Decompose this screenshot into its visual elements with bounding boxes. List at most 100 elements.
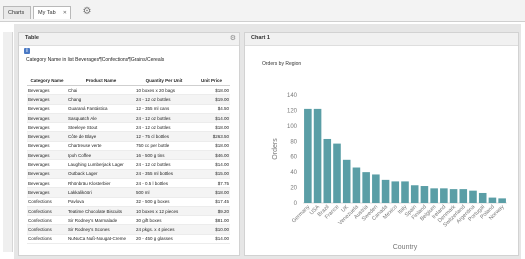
- table-row[interactable]: Beverages Chang 24 - 12 oz bottles $19.00: [27, 94, 230, 105]
- table-row[interactable]: Beverages Sasquatch Ale 24 - 12 oz bottles…: [27, 113, 230, 124]
- cell-product: Laughing Lumberjack Lager: [67, 159, 135, 170]
- table-row[interactable]: Confections Sir Rodney's Scones 24 pkgs. x…: [27, 224, 230, 235]
- bar: [333, 143, 341, 203]
- table-row[interactable]: Confections Teatime Chocolate Biscuits 10 …: [27, 206, 230, 217]
- tab-my-tab[interactable]: My Tab ✕: [33, 6, 71, 19]
- cell-quantity: 750 cc per bottle: [135, 141, 193, 152]
- column-header-price[interactable]: Unit Price: [193, 78, 230, 86]
- cell-product: Pavlova: [67, 197, 135, 207]
- cell-category: Beverages: [27, 113, 67, 124]
- cell-price: $14.00: [193, 159, 230, 170]
- cell-product: Chai: [67, 85, 135, 96]
- cell-category: Confections: [27, 234, 67, 245]
- cell-price: $18.00: [193, 122, 230, 133]
- cell-price: $18.00: [193, 85, 230, 96]
- y-tick-label: 20: [290, 186, 297, 192]
- cell-price: $14.00: [193, 113, 230, 124]
- bar: [323, 138, 332, 203]
- cell-quantity: 16 - 500 g tins: [135, 150, 193, 161]
- tab-charts[interactable]: Charts: [3, 6, 31, 19]
- cell-price: $46.00: [193, 150, 230, 161]
- table-row[interactable]: Beverages Lakkalikööri 500 ml $18.00: [27, 187, 230, 198]
- bar: [488, 197, 497, 203]
- x-tick-label: Germany: [291, 204, 311, 224]
- data-table: Category Name Product Name Quantity Per …: [27, 78, 230, 245]
- cell-category: Beverages: [27, 85, 67, 96]
- table-row[interactable]: Beverages Côte de Blaye 12 - 75 cl bottles…: [27, 131, 230, 142]
- cell-price: $81.00: [193, 215, 230, 226]
- x-axis-label: Country: [393, 244, 418, 251]
- cell-category: Beverages: [27, 131, 67, 142]
- bar: [372, 174, 380, 203]
- bar: [459, 189, 468, 203]
- bar: [498, 198, 506, 203]
- cell-price: $19.00: [193, 94, 230, 105]
- cell-quantity: 12 - 75 cl bottles: [135, 131, 193, 142]
- cell-product: Ipoh Coffee: [67, 150, 135, 161]
- y-tick-label: 60: [290, 155, 297, 161]
- cell-price: $17.45: [193, 197, 230, 207]
- cell-category: Confections: [27, 197, 67, 207]
- cell-price: $15.00: [193, 169, 230, 179]
- cell-quantity: 30 gift boxes: [135, 215, 193, 226]
- cell-category: Beverages: [27, 169, 67, 179]
- table-row[interactable]: Beverages Chartreuse verte 750 cc per bott…: [27, 141, 230, 152]
- cell-product: Sir Rodney's Scones: [67, 224, 135, 235]
- y-axis-label: Orders: [272, 138, 279, 160]
- cell-category: Beverages: [27, 94, 67, 105]
- table-row[interactable]: Beverages Outback Lager 24 - 355 ml bottle…: [27, 169, 230, 179]
- cell-category: Beverages: [27, 150, 67, 161]
- column-header-product[interactable]: Product Name: [67, 78, 135, 86]
- cell-price: $18.00: [193, 187, 230, 198]
- table-row[interactable]: Beverages Steeleye Stout 24 - 12 oz bottle…: [27, 122, 230, 133]
- y-tick-label: 40: [290, 170, 297, 176]
- left-rail: [3, 32, 13, 252]
- cell-product: Outback Lager: [67, 169, 135, 179]
- bar: [352, 167, 361, 203]
- bar: [362, 172, 370, 203]
- table-row[interactable]: Confections Pavlova 32 - 500 g boxes $17.45: [27, 197, 230, 207]
- table-panel-title: Table: [25, 35, 39, 41]
- cell-product: Steeleye Stout: [67, 122, 135, 133]
- tab-my-tab-label: My Tab: [38, 10, 56, 16]
- table-row[interactable]: Confections NuNuCa Nuß-Nougat-Creme 20 - 4…: [27, 234, 230, 245]
- cell-price: $14.00: [193, 234, 230, 245]
- table-row[interactable]: Beverages Guaraná Fantástica 12 - 355 ml c…: [27, 104, 230, 114]
- info-icon[interactable]: i: [24, 48, 30, 54]
- table-row[interactable]: Beverages Ipoh Coffee 16 - 500 g tins $46.0…: [27, 150, 230, 161]
- cell-product: Rhönbräu Klosterbier: [67, 178, 135, 189]
- cell-quantity: 500 ml: [135, 187, 193, 198]
- table-panel-header: Table ⚙: [19, 33, 239, 46]
- cell-quantity: 24 - 12 oz bottles: [135, 122, 193, 133]
- filter-description: Category Name in list Beverages¶Confecti…: [26, 57, 165, 63]
- table-row[interactable]: Beverages Chai 10 boxes x 20 bags $18.00: [27, 85, 230, 96]
- cell-category: Confections: [27, 215, 67, 226]
- table-row[interactable]: Beverages Rhönbräu Klosterbier 24 - 0.5 l …: [27, 178, 230, 189]
- bar: [440, 188, 448, 203]
- orders-bar-chart: 020406080100120140OrdersGermanyUSABrazil…: [272, 93, 507, 251]
- table-header-row: Category Name Product Name Quantity Per …: [27, 78, 230, 86]
- cell-quantity: 24 - 12 oz bottles: [135, 159, 193, 170]
- table-row[interactable]: Confections Sir Rodney's Marmalade 30 gift…: [27, 215, 230, 226]
- chart-panel: Chart 1 Orders by Region 0 20 40 60 80 100 120…: [244, 32, 519, 256]
- cell-category: Beverages: [27, 122, 67, 133]
- cell-category: Beverages: [27, 159, 67, 170]
- bar: [410, 185, 419, 203]
- cell-quantity: 12 - 355 ml cans: [135, 104, 193, 114]
- column-header-category[interactable]: Category Name: [27, 78, 67, 86]
- column-header-quantity[interactable]: Quantity Per Unit: [135, 78, 193, 86]
- bar: [381, 179, 390, 203]
- cell-product: Chang: [67, 94, 135, 105]
- cell-product: Teatime Chocolate Biscuits: [67, 206, 135, 217]
- cell-quantity: 24 - 355 ml bottles: [135, 169, 193, 179]
- gear-icon[interactable]: ⚙: [80, 5, 94, 19]
- cell-price: $9.20: [193, 206, 230, 217]
- table-row[interactable]: Beverages Laughing Lumberjack Lager 24 - 1…: [27, 159, 230, 170]
- gear-icon[interactable]: ⚙: [230, 34, 236, 42]
- cell-product: Guaraná Fantástica: [67, 104, 135, 114]
- cell-category: Beverages: [27, 187, 67, 198]
- close-icon[interactable]: ✕: [63, 7, 67, 20]
- cell-quantity: 20 - 450 g glasses: [135, 234, 193, 245]
- tab-bar: Charts My Tab ✕ ⚙: [0, 0, 525, 22]
- y-tick-label: 100: [287, 124, 298, 130]
